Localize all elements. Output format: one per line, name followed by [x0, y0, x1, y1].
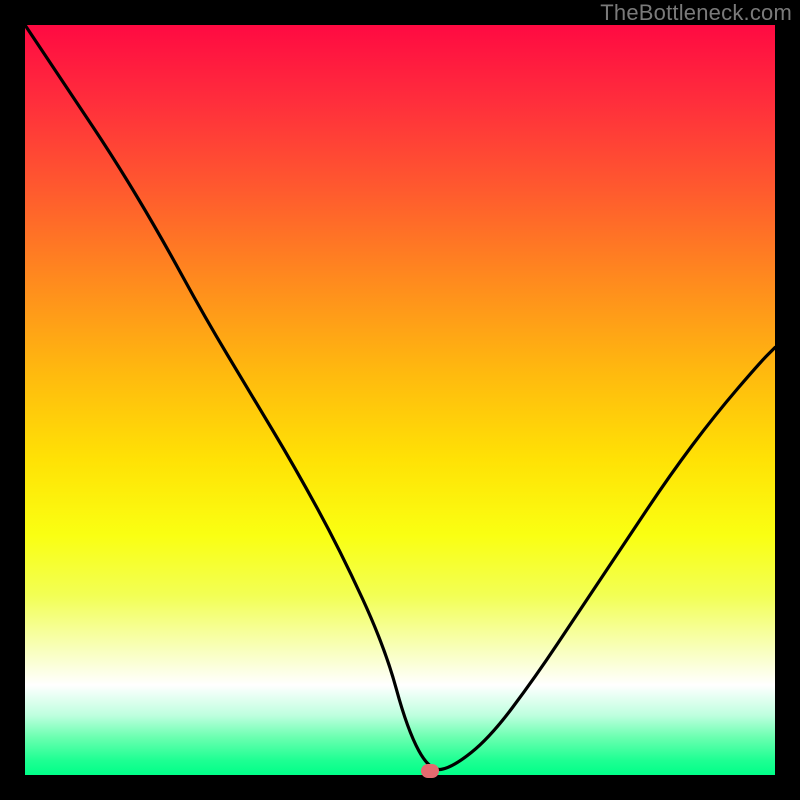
optimum-marker: [421, 764, 439, 778]
bottleneck-curve: [25, 25, 775, 775]
watermark-text: TheBottleneck.com: [600, 0, 792, 26]
chart-frame: TheBottleneck.com: [0, 0, 800, 800]
